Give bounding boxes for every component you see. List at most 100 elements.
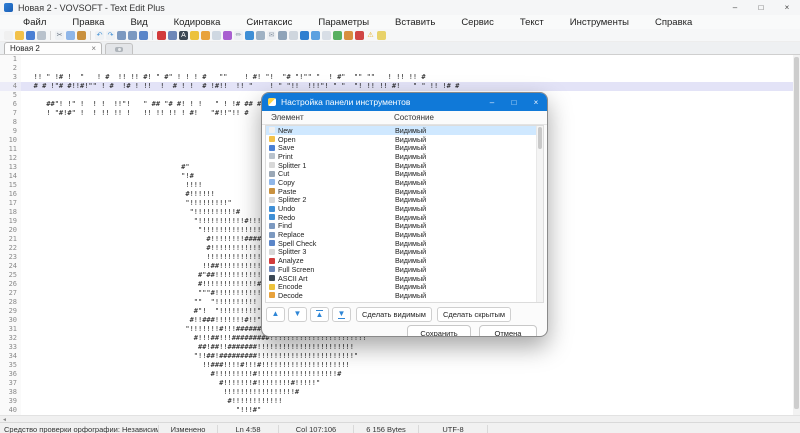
- editor-line[interactable]: 37 #!!!!!!!#!!!!!!!!#!!!!!": [0, 379, 793, 388]
- editor-line[interactable]: 2: [0, 64, 793, 73]
- list-item-decode[interactable]: Decode Видимый: [266, 291, 543, 300]
- scrollbar-thumb[interactable]: [794, 57, 799, 409]
- copy-icon[interactable]: [66, 30, 75, 40]
- make-hidden-button[interactable]: Сделать скрытым: [436, 306, 512, 322]
- editor-line[interactable]: 4 # # !"# #!!#!"" ! # !# ! !! ! # ! ! # …: [0, 82, 793, 91]
- table-icon[interactable]: [256, 30, 265, 40]
- ascii-art-icon[interactable]: A: [179, 30, 188, 40]
- make-visible-button[interactable]: Сделать видимым: [356, 306, 432, 322]
- dialog-maximize-button[interactable]: □: [503, 93, 525, 111]
- list-item-analyze[interactable]: Analyze Видимый: [266, 256, 543, 265]
- analyze-icon[interactable]: [157, 30, 166, 40]
- print-preview-icon[interactable]: [289, 30, 298, 40]
- user-icon[interactable]: [333, 30, 342, 40]
- column-element[interactable]: Элемент: [271, 113, 304, 122]
- sort-list-icon[interactable]: [278, 30, 287, 40]
- swap-lines-icon[interactable]: [311, 30, 320, 40]
- spell-check-icon[interactable]: [139, 30, 148, 40]
- notes-icon[interactable]: [377, 30, 386, 40]
- list-item-undo[interactable]: Undo Видимый: [266, 204, 543, 213]
- list-item-splitter-1[interactable]: Splitter 1 Видимый: [266, 161, 543, 170]
- user-group-icon[interactable]: [344, 30, 353, 40]
- print-icon[interactable]: [37, 30, 46, 40]
- list-scrollbar[interactable]: [536, 126, 543, 302]
- encode-icon[interactable]: [190, 30, 199, 40]
- dialog-minimize-button[interactable]: –: [481, 93, 503, 111]
- editor-vertical-scrollbar[interactable]: [793, 55, 800, 415]
- move-down-button[interactable]: ▼: [288, 306, 307, 322]
- calendar-icon[interactable]: [355, 30, 364, 40]
- list-item-spell-check[interactable]: Spell Check Видимый: [266, 239, 543, 248]
- editor-line[interactable]: 1: [0, 55, 793, 64]
- full-screen-icon[interactable]: [168, 30, 177, 40]
- list-item-print[interactable]: Print Видимый: [266, 152, 543, 161]
- editor-line[interactable]: 36 #!!!!!!!!!#!!!!!!!!!!!!!!!!!!!#: [0, 370, 793, 379]
- dialog-close-button[interactable]: ×: [525, 93, 547, 111]
- menu-item-5[interactable]: Синтаксис: [233, 17, 305, 28]
- list-item-cut[interactable]: Cut Видимый: [266, 169, 543, 178]
- editor-line[interactable]: 38 !!!!!!!!!!!!!!!!!#: [0, 388, 793, 397]
- open-icon[interactable]: [15, 30, 24, 40]
- list-item-replace[interactable]: Replace Видимый: [266, 230, 543, 239]
- redo-icon[interactable]: ↷: [106, 30, 115, 40]
- column-state[interactable]: Состояние: [394, 113, 434, 122]
- editor-line[interactable]: 35 !!###!!!!#!!!#!!!!!!!!!!!!!!!!!!!!!: [0, 361, 793, 370]
- tab-close-icon[interactable]: ×: [91, 44, 96, 53]
- go-to-icon[interactable]: [300, 30, 309, 40]
- warning-icon[interactable]: ⚠: [366, 30, 375, 40]
- replace-icon[interactable]: [128, 30, 137, 40]
- move-up-button[interactable]: ▲: [266, 306, 285, 322]
- close-button[interactable]: ×: [774, 0, 800, 15]
- colors-icon[interactable]: [223, 30, 232, 40]
- pencil-icon[interactable]: ✏: [234, 30, 243, 40]
- paste-icon[interactable]: [77, 30, 86, 40]
- move-to-bottom-button[interactable]: ▼: [332, 306, 351, 322]
- list-item-redo[interactable]: Redo Видимый: [266, 213, 543, 222]
- list-item-encode[interactable]: Encode Видимый: [266, 282, 543, 291]
- new-tab-button[interactable]: [105, 43, 133, 54]
- new-icon[interactable]: [4, 30, 13, 40]
- list-item-splitter-2[interactable]: Splitter 2 Видимый: [266, 195, 543, 204]
- email-icon[interactable]: ✉: [267, 30, 276, 40]
- undo-icon[interactable]: ↶: [95, 30, 104, 40]
- list-item-splitter-3[interactable]: Splitter 3 Видимый: [266, 247, 543, 256]
- editor-line[interactable]: 33 ##!##!!#######!!!!!!!!!!!!!!!!!!!!!!!: [0, 343, 793, 352]
- move-to-top-button[interactable]: ▲: [310, 306, 329, 322]
- list-item-open[interactable]: Open Видимый: [266, 135, 543, 144]
- tab-novaya-2[interactable]: Новая 2 ×: [4, 42, 102, 54]
- editor-line[interactable]: 34 "!!##!#########!!!!!!!!!!!!!!!!!!!!!!…: [0, 352, 793, 361]
- menu-item-7[interactable]: Вставить: [382, 17, 448, 28]
- list-scrollbar-thumb[interactable]: [538, 127, 542, 149]
- menu-item-4[interactable]: Кодировка: [161, 17, 234, 28]
- save-icon[interactable]: [26, 30, 35, 40]
- menu-item-6[interactable]: Параметры: [305, 17, 382, 28]
- menu-item-1[interactable]: Файл: [10, 17, 59, 28]
- menu-item-10[interactable]: Инструменты: [557, 17, 642, 28]
- find-icon[interactable]: [117, 30, 126, 40]
- clipboard-icon[interactable]: [322, 30, 331, 40]
- list-item-save[interactable]: Save Видимый: [266, 143, 543, 152]
- toolbar-items-list[interactable]: New Видимый Open Видимый Save Видимый Print Вид…: [265, 125, 544, 303]
- editor-line[interactable]: 40 "!!!#": [0, 406, 793, 415]
- list-item-find[interactable]: Find Видимый: [266, 221, 543, 230]
- list-item-full-screen[interactable]: Full Screen Видимый: [266, 265, 543, 274]
- menu-item-9[interactable]: Текст: [507, 17, 557, 28]
- filter-icon[interactable]: [245, 30, 254, 40]
- list-item-paste[interactable]: Paste Видимый: [266, 187, 543, 196]
- menu-item-2[interactable]: Правка: [59, 17, 117, 28]
- decode-icon[interactable]: [201, 30, 210, 40]
- save-button[interactable]: Сохранить: [407, 325, 471, 336]
- minimize-button[interactable]: –: [722, 0, 748, 15]
- maximize-button[interactable]: □: [748, 0, 774, 15]
- menu-item-8[interactable]: Сервис: [448, 17, 507, 28]
- editor-line[interactable]: 3 !! " !# ! " ! # !! !! #! " #" ! ! ! # …: [0, 73, 793, 82]
- editor-line[interactable]: 39 #!!!!!!!!!!!!: [0, 397, 793, 406]
- list-item-ascii-art[interactable]: ASCII Art Видимый: [266, 274, 543, 283]
- cancel-button[interactable]: Отмена: [479, 325, 537, 336]
- menu-item-11[interactable]: Справка: [642, 17, 705, 28]
- cut-icon[interactable]: ✂: [55, 30, 64, 40]
- list-item-new[interactable]: New Видимый: [266, 126, 543, 135]
- menu-item-3[interactable]: Вид: [117, 17, 160, 28]
- list-item-copy[interactable]: Copy Видимый: [266, 178, 543, 187]
- insert-icon[interactable]: [212, 30, 221, 40]
